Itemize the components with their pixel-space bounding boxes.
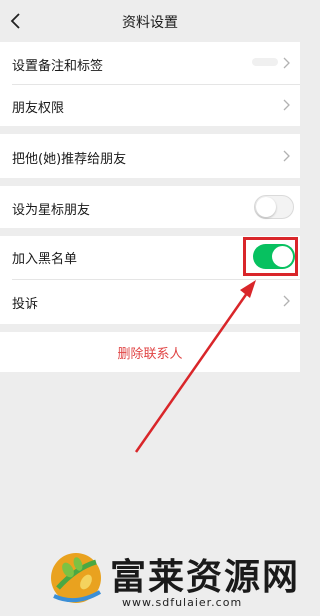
wheat-logo-icon — [51, 553, 102, 603]
watermark-title: 富莱资源网 — [110, 556, 301, 598]
watermark: 富莱资源网 www.sdfulaier.com — [48, 548, 300, 612]
annotation-arrow — [134, 280, 256, 453]
watermark-url: www.sdfulaier.com — [122, 596, 243, 609]
